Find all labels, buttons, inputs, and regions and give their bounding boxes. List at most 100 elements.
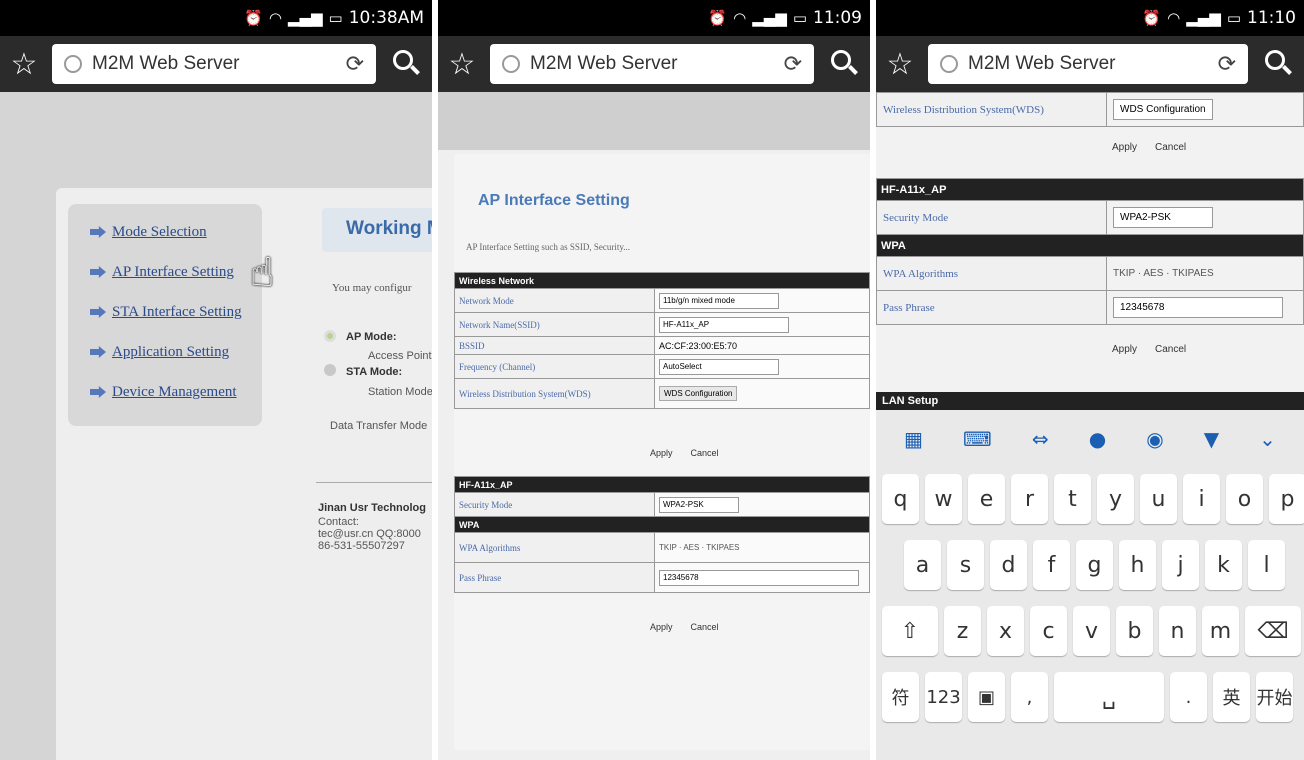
ssid-input[interactable]: HF-A11x_AP (659, 316, 789, 333)
menu-item-application[interactable]: Application Setting (90, 342, 262, 362)
menu-item-ap-interface[interactable]: AP Interface Setting (90, 262, 262, 282)
search-icon[interactable] (1258, 44, 1298, 84)
key-a[interactable]: a (904, 540, 941, 590)
phone-screen-2: ⏰ ◠ ▂▄▆ ▭ 11:09 ☆ M2M Web Server ⟳ AP In… (438, 0, 870, 760)
bookmark-star-icon[interactable]: ☆ (6, 47, 42, 82)
number-key[interactable]: 123 (925, 672, 962, 722)
key-r[interactable]: r (1011, 474, 1048, 524)
space-key[interactable]: ␣ (1054, 672, 1164, 722)
camera-icon[interactable]: ◉ (1146, 427, 1163, 451)
radio-tkip[interactable]: TKIP (659, 543, 677, 552)
key-v[interactable]: v (1073, 606, 1110, 656)
key-m[interactable]: m (1202, 606, 1239, 656)
key-p[interactable]: p (1269, 474, 1304, 524)
key-o[interactable]: o (1226, 474, 1263, 524)
key-t[interactable]: t (1054, 474, 1091, 524)
key-q[interactable]: q (882, 474, 919, 524)
microphone-icon[interactable]: ● (1089, 427, 1106, 451)
pass-phrase-input[interactable]: 12345678 (1113, 297, 1283, 318)
search-icon[interactable] (824, 44, 864, 84)
radio-tkipaes[interactable]: TKIPAES (706, 543, 739, 552)
wds-config-button[interactable]: WDS Configuration (659, 386, 738, 401)
key-x[interactable]: x (987, 606, 1024, 656)
radio-tkipaes[interactable]: TKIPAES (1172, 268, 1214, 279)
signal-icon: ▂▄▆ (752, 9, 787, 27)
shift-key[interactable]: ⇧ (882, 606, 938, 656)
key-w[interactable]: w (925, 474, 962, 524)
radio-aes[interactable]: AES (683, 543, 699, 552)
reload-icon[interactable]: ⟳ (784, 52, 802, 77)
keyboard-row-4: 符 123 ▣ , ␣ . 英 开始 (882, 672, 1293, 722)
signal-icon: ▂▄▆ (1186, 9, 1221, 27)
backspace-key[interactable]: ⌫ (1245, 606, 1301, 656)
field-label: Pass Phrase (876, 290, 1107, 325)
pass-phrase-input[interactable]: 12345678 (659, 569, 859, 586)
key-f[interactable]: f (1033, 540, 1070, 590)
symbol-key[interactable]: 符 (882, 672, 919, 722)
field-label: Pass Phrase (454, 562, 655, 593)
contact-label: Contact: (318, 516, 359, 528)
security-mode-select[interactable]: WPA2-PSK (659, 496, 739, 513)
cancel-button[interactable]: Cancel (1155, 142, 1186, 153)
key-z[interactable]: z (944, 606, 981, 656)
comma-key[interactable]: , (1011, 672, 1048, 722)
key-h[interactable]: h (1119, 540, 1156, 590)
bookmark-star-icon[interactable]: ☆ (882, 47, 918, 82)
key-y[interactable]: y (1097, 474, 1134, 524)
cancel-button[interactable]: Cancel (691, 622, 719, 632)
key-k[interactable]: k (1205, 540, 1242, 590)
url-field[interactable]: M2M Web Server ⟳ (52, 44, 376, 84)
channel-select[interactable]: AutoSelect (659, 358, 779, 375)
company-name: Jinan Usr Technolog (318, 502, 426, 514)
keyboard-switch-key[interactable]: ▣ (968, 672, 1005, 722)
browser-address-bar: ☆ M2M Web Server ⟳ (0, 36, 432, 92)
menu-item-device-management[interactable]: Device Management (90, 382, 262, 402)
key-b[interactable]: b (1116, 606, 1153, 656)
cancel-button[interactable]: Cancel (1155, 344, 1186, 355)
working-mode-title: Working M (322, 208, 432, 252)
url-field[interactable]: M2M Web Server ⟳ (490, 44, 814, 84)
search-icon[interactable] (386, 44, 426, 84)
apply-button[interactable]: Apply (650, 448, 673, 458)
bookmark-star-icon[interactable]: ☆ (444, 47, 480, 82)
wds-config-button[interactable]: WDS Configuration (1113, 99, 1213, 120)
language-key[interactable]: 英 (1213, 672, 1250, 722)
key-l[interactable]: l (1248, 540, 1285, 590)
key-u[interactable]: u (1140, 474, 1177, 524)
period-key[interactable]: . (1170, 672, 1207, 722)
cursor-icon[interactable]: ⇔ (1032, 427, 1049, 451)
reload-icon[interactable]: ⟳ (346, 52, 364, 77)
key-g[interactable]: g (1076, 540, 1113, 590)
key-i[interactable]: i (1183, 474, 1220, 524)
key-d[interactable]: d (990, 540, 1027, 590)
apply-button[interactable]: Apply (1112, 142, 1137, 153)
skin-icon[interactable]: ▼ (1204, 427, 1219, 451)
network-mode-select[interactable]: 11b/g/n mixed mode (659, 292, 779, 309)
apply-button[interactable]: Apply (1112, 344, 1137, 355)
key-n[interactable]: n (1159, 606, 1196, 656)
radio-aes[interactable]: AES (1143, 268, 1163, 279)
ap-mode-label: AP Mode: (346, 331, 397, 343)
url-field[interactable]: M2M Web Server ⟳ (928, 44, 1248, 84)
browser-address-bar: ☆ M2M Web Server ⟳ (876, 36, 1304, 92)
key-e[interactable]: e (968, 474, 1005, 524)
field-label: Wireless Distribution System(WDS) (454, 378, 655, 409)
reload-icon[interactable]: ⟳ (1218, 52, 1236, 77)
go-key[interactable]: 开始 (1256, 672, 1293, 722)
key-j[interactable]: j (1162, 540, 1199, 590)
key-s[interactable]: s (947, 540, 984, 590)
chevron-down-icon[interactable]: ⌄ (1259, 427, 1276, 451)
sta-mode-radio[interactable] (324, 364, 336, 376)
cancel-button[interactable]: Cancel (691, 448, 719, 458)
page-description: AP Interface Setting such as SSID, Secur… (466, 242, 631, 252)
grid-icon[interactable]: ▦ (904, 427, 923, 451)
ap-mode-radio[interactable] (324, 330, 336, 342)
keyboard-icon[interactable]: ⌨ (963, 427, 992, 451)
key-c[interactable]: c (1030, 606, 1067, 656)
radio-tkip[interactable]: TKIP (1113, 268, 1135, 279)
menu-item-sta-interface[interactable]: STA Interface Setting (90, 302, 262, 322)
menu-item-mode-selection[interactable]: Mode Selection (90, 222, 262, 242)
security-mode-select[interactable]: WPA2-PSK (1113, 207, 1213, 228)
section-header: HF-A11x_AP (876, 178, 1304, 201)
apply-button[interactable]: Apply (650, 622, 673, 632)
